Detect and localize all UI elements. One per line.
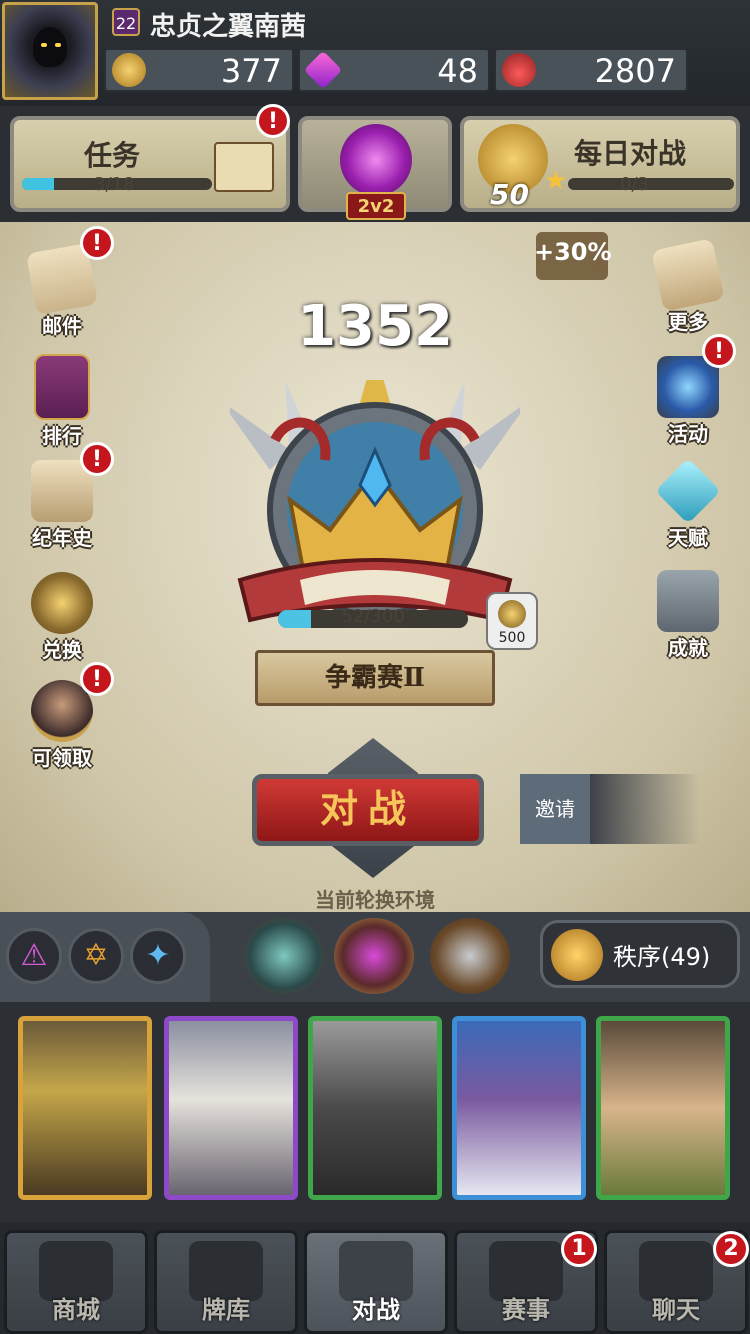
reward-chest-button[interactable]: 500	[486, 592, 538, 650]
talent-label: 天赋	[668, 526, 708, 550]
gold-value: 377	[220, 52, 282, 90]
gems-value: 48	[437, 52, 478, 90]
player-avatar[interactable]	[2, 2, 98, 100]
mode-panel[interactable]: 2v2	[298, 116, 452, 220]
quests-progress-text: 3/18	[94, 174, 135, 195]
potion-icon	[502, 53, 536, 87]
rank-score: 1352	[297, 294, 453, 359]
potion-counter[interactable]: 2807	[494, 48, 688, 92]
banner-icon	[34, 354, 90, 420]
gold-counter[interactable]: 377	[104, 48, 294, 92]
eye-icon	[55, 43, 61, 47]
order-rune-icon[interactable]: ✡	[68, 928, 124, 984]
rank-emblem	[220, 350, 530, 630]
achievements-button[interactable]: 成就	[638, 570, 738, 661]
hero-card-sage[interactable]	[452, 1016, 586, 1200]
events-count-badge: 1	[561, 1231, 597, 1267]
battle-button[interactable]: 对战	[252, 774, 484, 846]
tab-shop-label: 商城	[52, 1295, 100, 1324]
tab-chat[interactable]: 聊天 2	[604, 1230, 749, 1334]
achievements-label: 成就	[668, 636, 708, 660]
tab-shop[interactable]: 商城	[4, 1230, 148, 1334]
ice-rune-icon[interactable]: ✦	[130, 928, 186, 984]
open-book-icon	[214, 142, 274, 192]
player-name: 忠贞之翼南茜	[150, 12, 307, 42]
hero-card-valkyrie[interactable]	[18, 1016, 152, 1200]
daily-coins: 50	[490, 178, 529, 211]
gem-icon	[303, 50, 343, 90]
rank-progress-text: 52/300	[341, 606, 405, 627]
chronicle-button[interactable]: 纪年史 !	[12, 442, 114, 551]
tab-deck-label: 牌库	[202, 1295, 250, 1324]
mail-alert-badge: !	[80, 226, 114, 260]
vortex-icon	[340, 124, 412, 196]
order-label: 秩序(49)	[613, 943, 711, 971]
medal-icon	[31, 572, 93, 634]
daily-battle-panel[interactable]: 50 每日对战 ★ 0/3	[460, 116, 740, 212]
daily-progress-text: 0/3	[620, 174, 649, 195]
ranking-button[interactable]: 排行	[12, 354, 112, 449]
gold-coin-icon	[112, 53, 146, 87]
potion-value: 2807	[594, 52, 676, 90]
claimable-alert-badge: !	[80, 662, 114, 696]
quests-alert-badge: !	[256, 104, 290, 138]
tab-events-label: 赛事	[502, 1295, 550, 1324]
chronicle-alert-badge: !	[80, 442, 114, 476]
crystal-icon	[655, 458, 721, 524]
rotation-label: 当前轮换环境	[315, 888, 435, 912]
claimable-button[interactable]: 可领取 !	[12, 662, 114, 771]
daily-battle-label: 每日对战	[574, 137, 687, 170]
events-button[interactable]: 活动 !	[638, 334, 738, 447]
daily-progress-bar	[568, 178, 734, 190]
mode-label: 2v2	[346, 192, 406, 220]
reward-chest-value: 500	[498, 630, 526, 646]
sun-icon	[551, 929, 603, 981]
tab-battle-label: 对战	[352, 1295, 400, 1324]
gems-counter[interactable]: 48	[298, 48, 490, 92]
crown-shield-icon	[220, 350, 530, 623]
chat-count-badge: 2	[713, 1231, 749, 1267]
hero-card-warrior[interactable]	[308, 1016, 442, 1200]
hooded-figure-icon	[33, 27, 67, 67]
tab-chat-label: 聊天	[652, 1295, 700, 1324]
exchange-label: 兑换	[42, 638, 82, 662]
hero-card-child[interactable]	[596, 1016, 730, 1200]
eye-icon	[41, 43, 47, 47]
player-level-badge: 22	[112, 8, 140, 36]
laurel-arrow-icon	[657, 570, 719, 632]
quests-label: 任务	[84, 139, 141, 172]
tab-battle[interactable]: 对战	[304, 1230, 448, 1334]
rotation-env-gem-icon[interactable]	[334, 918, 414, 994]
claimable-label: 可领取	[32, 746, 92, 770]
star-icon: ★	[544, 166, 568, 196]
invite-button[interactable]: 邀请	[520, 774, 590, 844]
tab-events[interactable]: 赛事 1	[454, 1230, 598, 1334]
chaos-rune-icon[interactable]: ⚠	[6, 928, 62, 984]
rotation-env-axe-icon[interactable]	[430, 918, 510, 994]
bonus-text: +30%	[534, 238, 612, 266]
rotation-env-clock-icon[interactable]	[244, 918, 324, 994]
rank-name: 争霸赛Ⅱ	[255, 650, 495, 706]
tab-deck[interactable]: 牌库	[154, 1230, 298, 1334]
events-label: 活动	[668, 422, 708, 446]
invite-bar	[590, 774, 700, 844]
talent-button[interactable]: 天赋	[638, 458, 738, 551]
chronicle-label: 纪年史	[32, 526, 92, 550]
reward-medal-icon	[498, 600, 526, 628]
hero-card-angel[interactable]	[164, 1016, 298, 1200]
exchange-button[interactable]: 兑换	[12, 572, 112, 663]
quests-progress-fill	[22, 178, 54, 190]
quests-panel[interactable]: 任务 3/18 !	[10, 104, 290, 212]
order-filter-button[interactable]: 秩序(49)	[540, 920, 740, 988]
